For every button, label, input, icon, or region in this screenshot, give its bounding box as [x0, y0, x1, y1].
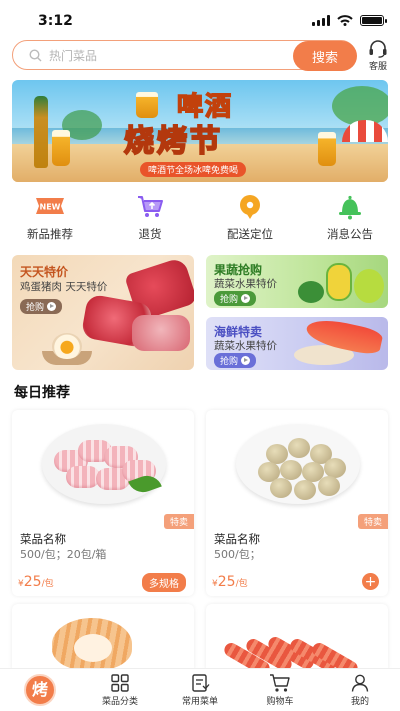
- banner-subtitle: 啤酒节全场冰啤免费喝: [140, 162, 247, 177]
- svg-text:NEW: NEW: [40, 203, 61, 212]
- product-image: [206, 410, 388, 514]
- product-spec: 500/包；: [214, 548, 261, 561]
- customer-service-button[interactable]: 客服: [364, 40, 392, 72]
- category-new-products[interactable]: NEW 新品推荐: [0, 194, 100, 244]
- product-image: [12, 410, 194, 514]
- promo-title: 天天特价: [20, 265, 69, 279]
- section-title-daily: 每日推荐: [14, 385, 70, 401]
- multi-spec-button[interactable]: 多规格: [142, 573, 186, 592]
- grid-icon: [111, 674, 129, 692]
- product-card[interactable]: 特卖 菜品名称 500/包；20包/箱 ¥25/包 多规格: [12, 410, 194, 596]
- search-input[interactable]: [49, 47, 279, 65]
- product-card[interactable]: 特卖 菜品名称 500/包； ¥25/包 +: [206, 410, 388, 596]
- return-cart-icon: [136, 194, 164, 218]
- user-icon: [351, 674, 369, 692]
- category-label: 新品推荐: [27, 227, 73, 241]
- home-logo-icon: 烤: [24, 674, 56, 706]
- arrow-right-icon: [241, 356, 251, 365]
- add-to-cart-button[interactable]: +: [362, 573, 379, 590]
- promo-grab-button[interactable]: 抢购: [20, 299, 63, 314]
- product-name: 菜品名称: [214, 532, 260, 546]
- arrow-right-icon: [241, 294, 251, 303]
- fruit-image: [354, 269, 384, 303]
- tab-common-menu[interactable]: 常用菜单: [160, 669, 240, 711]
- search-icon: [29, 49, 42, 62]
- promo-subtitle: 蔬菜水果特价: [214, 278, 277, 290]
- corn-image: [326, 263, 352, 301]
- promo-grab-label: 抢购: [220, 295, 239, 305]
- bottom-tab-bar: 烤 菜品分类 常用菜单 购物车 我的: [0, 668, 400, 711]
- product-spec: 500/包；20包/箱: [20, 548, 107, 561]
- tab-mine[interactable]: 我的: [320, 669, 400, 711]
- product-card[interactable]: [206, 604, 388, 674]
- promo-grab-label: 抢购: [220, 357, 239, 367]
- category-label: 退货: [138, 227, 162, 241]
- beer-glass-image: [318, 132, 336, 166]
- category-label: 配送定位: [227, 227, 273, 241]
- tab-label: 常用菜单: [181, 697, 218, 707]
- status-icons: [312, 15, 387, 26]
- tab-home[interactable]: 烤: [0, 669, 80, 711]
- special-tag: 特卖: [357, 514, 388, 529]
- new-badge-icon: NEW: [36, 194, 64, 218]
- special-tag: 特卖: [163, 514, 194, 529]
- tab-label: 菜品分类: [101, 697, 138, 707]
- category-label: 消息公告: [327, 227, 373, 241]
- menu-list-icon: [192, 674, 210, 692]
- status-time: 3:12: [38, 13, 73, 29]
- cart-icon: [270, 674, 290, 692]
- tab-label: 购物车: [266, 697, 294, 707]
- product-price: ¥25/包: [18, 574, 54, 590]
- battery-icon: [360, 15, 387, 26]
- promo-grab-button[interactable]: 抢购: [214, 353, 257, 368]
- signal-icon: [312, 15, 330, 26]
- promo-daily-special[interactable]: 天天特价 鸡蛋猪肉 天天特价 抢购: [12, 255, 194, 370]
- meat-image: [132, 315, 190, 351]
- product-price: ¥25/包: [212, 574, 248, 590]
- product-name: 菜品名称: [20, 532, 66, 546]
- beer-bottle-image: [34, 96, 48, 168]
- promo-fruit-veg[interactable]: 果蔬抢购 蔬菜水果特价 抢购: [206, 255, 388, 308]
- egg-image: [52, 333, 82, 359]
- product-image: [12, 604, 194, 674]
- tab-cart[interactable]: 购物车: [240, 669, 320, 711]
- category-return[interactable]: 退货: [100, 194, 200, 244]
- search-box: 搜索: [12, 40, 357, 71]
- search-button[interactable]: 搜索: [293, 41, 357, 71]
- customer-service-label: 客服: [368, 62, 387, 72]
- promo-subtitle: 鸡蛋猪肉 天天特价: [20, 281, 108, 293]
- location-pin-icon: [236, 194, 264, 219]
- banner-title-line2: 烧烤节: [123, 123, 223, 160]
- category-delivery-location[interactable]: 配送定位: [200, 194, 300, 244]
- search-row: 搜索 客服: [12, 40, 392, 72]
- bell-icon: [336, 194, 364, 220]
- beer-mug-image: [136, 92, 158, 118]
- arrow-right-icon: [47, 302, 57, 311]
- tab-categories[interactable]: 菜品分类: [80, 669, 160, 711]
- promo-subtitle: 蔬菜水果特价: [214, 340, 277, 352]
- category-announcements[interactable]: 消息公告: [300, 194, 400, 244]
- status-bar: 3:12: [0, 0, 400, 40]
- vegetable-image: [298, 281, 324, 303]
- promo-grab-button[interactable]: 抢购: [214, 291, 257, 306]
- promo-banner[interactable]: 啤酒 烧烤节 啤酒节全场冰啤免费喝: [12, 80, 388, 182]
- product-card[interactable]: [12, 604, 194, 674]
- category-row: NEW 新品推荐 退货 配送定位 消息公告: [0, 194, 400, 244]
- promo-seafood[interactable]: 海鲜特卖 蔬菜水果特价 抢购: [206, 317, 388, 370]
- headset-icon: [369, 40, 387, 58]
- product-image: [206, 604, 388, 674]
- wifi-icon: [337, 15, 353, 26]
- promo-grab-label: 抢购: [26, 303, 45, 313]
- beer-glass-image: [52, 130, 70, 166]
- tab-label: 我的: [350, 697, 369, 707]
